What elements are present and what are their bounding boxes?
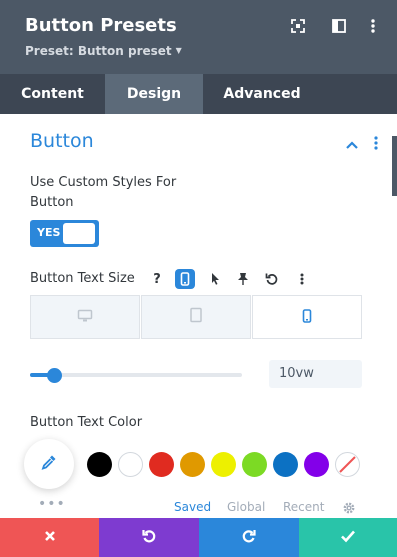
hover-cursor-icon[interactable] <box>205 269 225 289</box>
redo-button[interactable] <box>199 518 299 557</box>
undo-button[interactable] <box>99 518 199 557</box>
checkmark-icon <box>340 528 356 547</box>
scrollbar[interactable] <box>392 136 397 196</box>
device-tabs <box>30 295 362 339</box>
expand-icon[interactable] <box>289 17 307 35</box>
text-size-slider-handle[interactable] <box>47 368 62 383</box>
color-swatch-red[interactable] <box>149 452 174 477</box>
custom-styles-toggle[interactable]: YES <box>30 220 99 247</box>
tab-bar: Content Design Advanced <box>0 74 397 114</box>
color-swatch-blue[interactable] <box>273 452 298 477</box>
redo-icon <box>241 528 257 548</box>
undo-icon <box>141 528 157 548</box>
palette-tab-global[interactable]: Global <box>227 500 265 514</box>
desktop-icon <box>77 308 93 327</box>
palette-tab-saved[interactable]: Saved <box>174 500 211 514</box>
help-icon[interactable]: ? <box>147 269 167 289</box>
preset-dropdown[interactable]: Preset: Button preset ▼ <box>25 44 182 58</box>
phone-icon <box>302 308 312 327</box>
caret-down-icon: ▼ <box>175 46 182 55</box>
tab-advanced[interactable]: Advanced <box>203 74 321 114</box>
color-swatch-yellow[interactable] <box>211 452 236 477</box>
device-tab-desktop[interactable] <box>30 295 140 339</box>
color-swatch-black[interactable] <box>87 452 112 477</box>
text-size-input[interactable]: 10vw <box>269 360 362 388</box>
reset-icon[interactable] <box>262 269 282 289</box>
sidebar-layout-icon[interactable] <box>330 17 348 35</box>
modal-title: Button Presets <box>25 15 177 36</box>
color-swatch-green[interactable] <box>242 452 267 477</box>
palette-settings-gear-icon[interactable] <box>341 500 357 520</box>
responsive-phone-icon[interactable] <box>175 269 195 289</box>
toggle-knob <box>63 223 95 244</box>
tab-content[interactable]: Content <box>0 74 105 114</box>
sticky-pin-icon[interactable] <box>233 269 253 289</box>
modal-header: Button Presets Preset: Button preset ▼ <box>0 0 397 74</box>
more-colors-icon[interactable]: ••• <box>38 496 66 512</box>
device-tab-tablet[interactable] <box>141 295 251 339</box>
custom-styles-label-line1: Use Custom Styles For <box>30 175 177 190</box>
close-icon <box>43 528 57 547</box>
text-size-label: Button Text Size <box>30 271 135 286</box>
color-swatch-none[interactable] <box>335 452 360 477</box>
cancel-button[interactable] <box>0 518 99 557</box>
toggle-yes-label: YES <box>37 226 61 239</box>
color-swatch-purple[interactable] <box>304 452 329 477</box>
action-bar <box>0 518 397 557</box>
color-picker-button[interactable] <box>24 439 74 489</box>
chevron-up-icon[interactable] <box>345 136 359 155</box>
more-options-icon[interactable] <box>364 17 382 35</box>
save-button[interactable] <box>299 518 397 557</box>
tablet-icon <box>189 307 203 327</box>
color-swatch-orange[interactable] <box>180 452 205 477</box>
text-color-label: Button Text Color <box>30 415 143 430</box>
palette-tab-recent[interactable]: Recent <box>283 500 324 514</box>
preset-label: Preset: Button preset <box>25 44 172 58</box>
tab-design[interactable]: Design <box>105 74 203 114</box>
eyedropper-icon <box>40 453 58 475</box>
custom-styles-label-line2: Button <box>30 195 74 210</box>
section-title[interactable]: Button <box>30 130 94 152</box>
section-options-icon[interactable] <box>370 134 382 156</box>
device-tab-phone[interactable] <box>252 295 362 339</box>
color-swatch-white[interactable] <box>118 452 143 477</box>
field-options-icon[interactable] <box>292 269 312 289</box>
